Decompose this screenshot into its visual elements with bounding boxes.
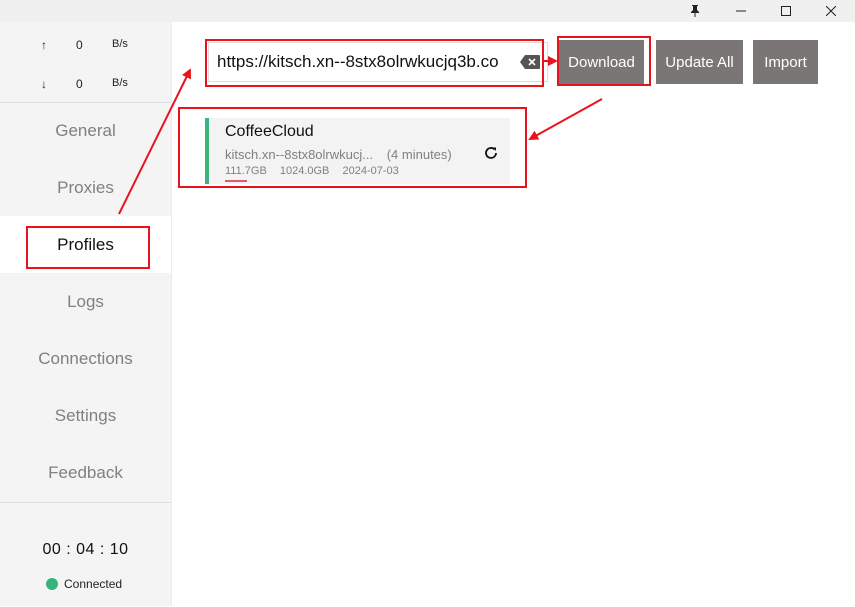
status-label: Connected — [64, 577, 123, 591]
pin-icon — [691, 5, 699, 17]
profile-url-input[interactable] — [217, 43, 511, 81]
download-speed: ↓ 0 B/s — [0, 77, 171, 97]
nav-item-logs[interactable]: Logs — [0, 273, 171, 330]
download-arrow-icon: ↓ — [41, 77, 47, 91]
profile-url-field — [208, 42, 548, 82]
download-unit: B/s — [112, 77, 128, 89]
close-button[interactable] — [808, 0, 854, 22]
upload-unit: B/s — [112, 38, 128, 50]
profile-name: CoffeeCloud — [225, 123, 314, 140]
clear-input-icon[interactable] — [519, 54, 541, 70]
upload-arrow-icon: ↑ — [41, 38, 47, 52]
download-value: 0 — [76, 77, 83, 91]
connection-timer: 00 : 04 : 10 — [42, 541, 129, 558]
upload-value: 0 — [76, 38, 83, 52]
profile-url: kitsch.xn--8stx8olrwkucj... (4 minutes) — [225, 147, 452, 162]
sidebar-footer: 00 : 04 : 10 Connected — [0, 502, 171, 607]
download-button[interactable]: Download — [559, 40, 644, 84]
nav-item-general[interactable]: General — [0, 102, 171, 159]
nav-item-connections[interactable]: Connections — [0, 330, 171, 387]
status-dot-icon — [46, 578, 58, 590]
minimize-icon — [736, 10, 746, 12]
usage-bar — [225, 180, 247, 182]
nav-item-feedback[interactable]: Feedback — [0, 444, 171, 501]
profile-total: 1024.0GB — [279, 165, 330, 177]
update-all-button[interactable]: Update All — [656, 40, 743, 84]
maximize-icon — [781, 6, 791, 16]
nav-item-proxies[interactable]: Proxies — [0, 159, 171, 216]
title-bar — [0, 0, 855, 22]
connection-status: Connected — [46, 577, 122, 591]
sidebar-nav: General Proxies Profiles Logs Connection… — [0, 102, 171, 501]
maximize-button[interactable] — [763, 0, 809, 22]
annotation-arrow-to-card — [528, 98, 603, 140]
upload-speed: ↑ 0 B/s — [0, 38, 171, 58]
profile-url-text: kitsch.xn--8stx8olrwkucj... — [225, 147, 374, 162]
profile-active-indicator — [205, 118, 209, 184]
sidebar: ↑ 0 B/s ↓ 0 B/s General Proxies Profiles… — [0, 22, 172, 606]
traffic-panel: ↑ 0 B/s ↓ 0 B/s — [0, 22, 171, 103]
profile-card[interactable]: CoffeeCloud kitsch.xn--8stx8olrwkucj... … — [205, 118, 510, 184]
import-button[interactable]: Import — [753, 40, 818, 84]
profile-expire: 2024-07-03 — [342, 165, 399, 177]
close-icon — [826, 6, 836, 16]
profile-meta: 111.7GB 1024.0GB 2024-07-03 — [225, 165, 409, 177]
refresh-icon[interactable] — [483, 145, 499, 161]
pin-button[interactable] — [672, 0, 718, 22]
profile-updated: (4 minutes) — [386, 147, 452, 162]
nav-item-profiles[interactable]: Profiles — [0, 216, 171, 273]
nav-item-settings[interactable]: Settings — [0, 387, 171, 444]
minimize-button[interactable] — [718, 0, 764, 22]
profile-used: 111.7GB — [225, 165, 267, 177]
